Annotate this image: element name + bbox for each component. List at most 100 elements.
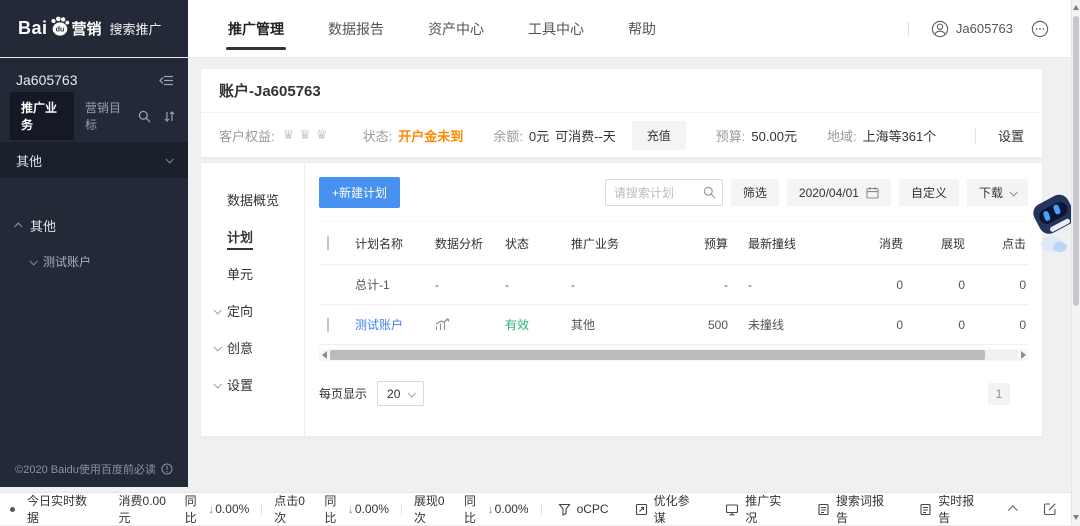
sidebar-tabs: 推广业务 营销目标 bbox=[0, 92, 188, 140]
total-budget: - bbox=[724, 277, 728, 292]
plan-pane: +新建计划 筛选 2020/04/01 bbox=[305, 163, 1042, 436]
link-optimization-advisor[interactable]: 优化参谋 bbox=[635, 492, 700, 526]
subnav-plan[interactable]: 计划 bbox=[201, 218, 304, 255]
nav-asset-center[interactable]: 资产中心 bbox=[420, 0, 492, 58]
page-vertical-scrollbar[interactable] bbox=[1071, 0, 1080, 525]
brand-logo[interactable]: Bai du 营销 搜索推广 bbox=[0, 0, 188, 57]
sidebar-group-label: 其他 bbox=[30, 219, 57, 234]
header-username[interactable]: Ja605763 bbox=[956, 21, 1013, 36]
scroll-up-arrow[interactable] bbox=[1073, 5, 1079, 10]
plan-line: 未撞线 bbox=[748, 318, 785, 332]
tab-marketing-goal[interactable]: 营销目标 bbox=[74, 92, 138, 140]
subnav-unit[interactable]: 单元 bbox=[201, 255, 304, 292]
tab-promotion-business[interactable]: 推广业务 bbox=[10, 92, 74, 140]
logo-text-bai: Bai bbox=[18, 18, 48, 38]
sidebar-filter-dropdown[interactable]: 其他 bbox=[0, 142, 188, 178]
account-settings-button[interactable]: 设置 bbox=[998, 126, 1024, 145]
search-icon[interactable] bbox=[138, 110, 151, 123]
custom-columns-label: 自定义 bbox=[910, 186, 947, 200]
download-label: 下载 bbox=[978, 186, 1003, 200]
down-arrow-icon: ↓ bbox=[347, 502, 354, 516]
link-optimization-label: 优化参谋 bbox=[653, 494, 690, 525]
subnav-plan-label: 计划 bbox=[227, 230, 254, 250]
down-arrow-icon: ↓ bbox=[487, 502, 494, 516]
calendar-icon bbox=[866, 186, 879, 199]
search-icon[interactable] bbox=[703, 186, 716, 199]
collapse-sidebar-icon[interactable] bbox=[159, 74, 174, 87]
status-value: 开户金未到 bbox=[398, 128, 464, 144]
filter-button-label: 筛选 bbox=[742, 186, 767, 200]
subnav-targeting[interactable]: 定向 bbox=[201, 292, 304, 329]
download-button[interactable]: 下载 bbox=[966, 179, 1028, 206]
down-arrow-icon: ↓ bbox=[208, 502, 215, 516]
scroll-left-arrow[interactable] bbox=[319, 349, 329, 361]
total-biz: - bbox=[571, 277, 575, 292]
nav-data-report[interactable]: 数据报告 bbox=[320, 0, 392, 58]
sidebar-item-test-account[interactable]: 测试账户 bbox=[0, 253, 188, 270]
header-divider bbox=[907, 21, 909, 36]
top-nav: 推广管理 数据报告 资产中心 工具中心 帮助 bbox=[206, 0, 678, 57]
info-icon[interactable] bbox=[161, 463, 173, 475]
bottom-status-bar: 今日实时数据 消费0.00元 同比 ↓ 0.00% 点击0次 同比 ↓ 0.00… bbox=[0, 492, 1071, 525]
metric-cost: 消费0.00元 同比 ↓ 0.00% bbox=[119, 492, 250, 526]
report-icon bbox=[817, 503, 830, 516]
per-page-select[interactable]: 20 bbox=[377, 381, 425, 406]
collapse-up-icon[interactable] bbox=[1007, 504, 1018, 515]
select-all-checkbox[interactable] bbox=[327, 236, 329, 250]
account-title: 账户-Ja605763 bbox=[201, 69, 1042, 113]
more-options-icon[interactable] bbox=[1031, 20, 1049, 38]
h-scroll-track[interactable] bbox=[329, 350, 1018, 360]
v-scroll-thumb[interactable] bbox=[1073, 16, 1079, 306]
date-picker-button[interactable]: 2020/04/01 bbox=[786, 179, 891, 206]
metric-impressions-cmp: 同比 bbox=[464, 494, 477, 525]
sidebar-group-other[interactable]: 其他 bbox=[0, 216, 188, 235]
rights-label: 客户权益: bbox=[219, 128, 275, 144]
edit-icon[interactable] bbox=[1043, 502, 1057, 516]
content-subnav: 数据概览 计划 单元 定向 创意 设置 bbox=[201, 163, 305, 436]
user-icon[interactable] bbox=[931, 20, 949, 38]
per-page-value: 20 bbox=[387, 386, 401, 401]
chart-icon[interactable] bbox=[435, 318, 499, 331]
baidu-paw-icon: du bbox=[49, 16, 71, 37]
plan-name-link[interactable]: 测试账户 bbox=[355, 318, 403, 332]
link-search-term-report[interactable]: 搜索词报告 bbox=[817, 492, 893, 526]
link-search-term-label: 搜索词报告 bbox=[835, 494, 884, 525]
h-scroll-thumb[interactable] bbox=[330, 350, 985, 360]
page-number-button[interactable]: 1 bbox=[988, 382, 1010, 405]
filter-button[interactable]: 筛选 bbox=[730, 179, 779, 206]
col-impressions: 展现 bbox=[940, 236, 965, 251]
plan-search bbox=[604, 179, 723, 206]
content-card: 数据概览 计划 单元 定向 创意 设置 +新建计划 请搜索计划 筛选 2020/… bbox=[200, 162, 1043, 437]
recharge-button[interactable]: 充值 bbox=[631, 120, 686, 150]
metric-impressions-pct: 0.00% bbox=[494, 502, 529, 516]
sort-icon[interactable] bbox=[163, 110, 176, 123]
custom-columns-button[interactable]: 自定义 bbox=[898, 179, 959, 206]
subnav-creative[interactable]: 创意 bbox=[201, 329, 304, 366]
total-status: - bbox=[505, 277, 509, 292]
subnav-settings[interactable]: 设置 bbox=[201, 366, 304, 403]
scroll-down-arrow[interactable] bbox=[1073, 515, 1079, 520]
top-header: Bai du 营销 搜索推广 推广管理 数据报告 资产中心 工具中心 帮助 Ja… bbox=[0, 0, 1071, 58]
table-row-total: 总计-1 - - - - - 0 0 0 bbox=[319, 265, 1028, 305]
nav-help[interactable]: 帮助 bbox=[620, 0, 664, 58]
link-ocpc[interactable]: oCPC bbox=[557, 502, 609, 516]
nav-promotion-management[interactable]: 推广管理 bbox=[220, 0, 292, 58]
subnav-data-overview[interactable]: 数据概览 bbox=[201, 181, 304, 218]
row-checkbox[interactable] bbox=[327, 317, 329, 332]
metric-cost-value: 消费0.00元 bbox=[118, 494, 166, 525]
header-right: Ja605763 bbox=[907, 0, 1071, 57]
left-sidebar: Ja605763 推广业务 营销目标 其他 其他 测试账户 ©2020 Baid… bbox=[0, 58, 188, 487]
scroll-right-arrow[interactable] bbox=[1018, 349, 1028, 361]
metric-cost-cmp: 同比 bbox=[184, 494, 197, 525]
pagination-row: 每页显示 20 1 bbox=[319, 381, 1028, 406]
link-promotion-live[interactable]: 推广实况 bbox=[725, 492, 791, 526]
col-clicks: 点击 bbox=[1001, 236, 1026, 251]
sidebar-filter-label: 其他 bbox=[16, 153, 43, 169]
nav-tool-center[interactable]: 工具中心 bbox=[520, 0, 592, 58]
new-plan-button[interactable]: +新建计划 bbox=[319, 177, 401, 208]
plan-clicks: 0 bbox=[1019, 317, 1026, 332]
funnel-icon bbox=[557, 503, 571, 516]
subnav-creative-label: 创意 bbox=[227, 341, 254, 356]
subnav-targeting-label: 定向 bbox=[227, 304, 254, 319]
link-realtime-report[interactable]: 实时报告 bbox=[919, 492, 984, 526]
